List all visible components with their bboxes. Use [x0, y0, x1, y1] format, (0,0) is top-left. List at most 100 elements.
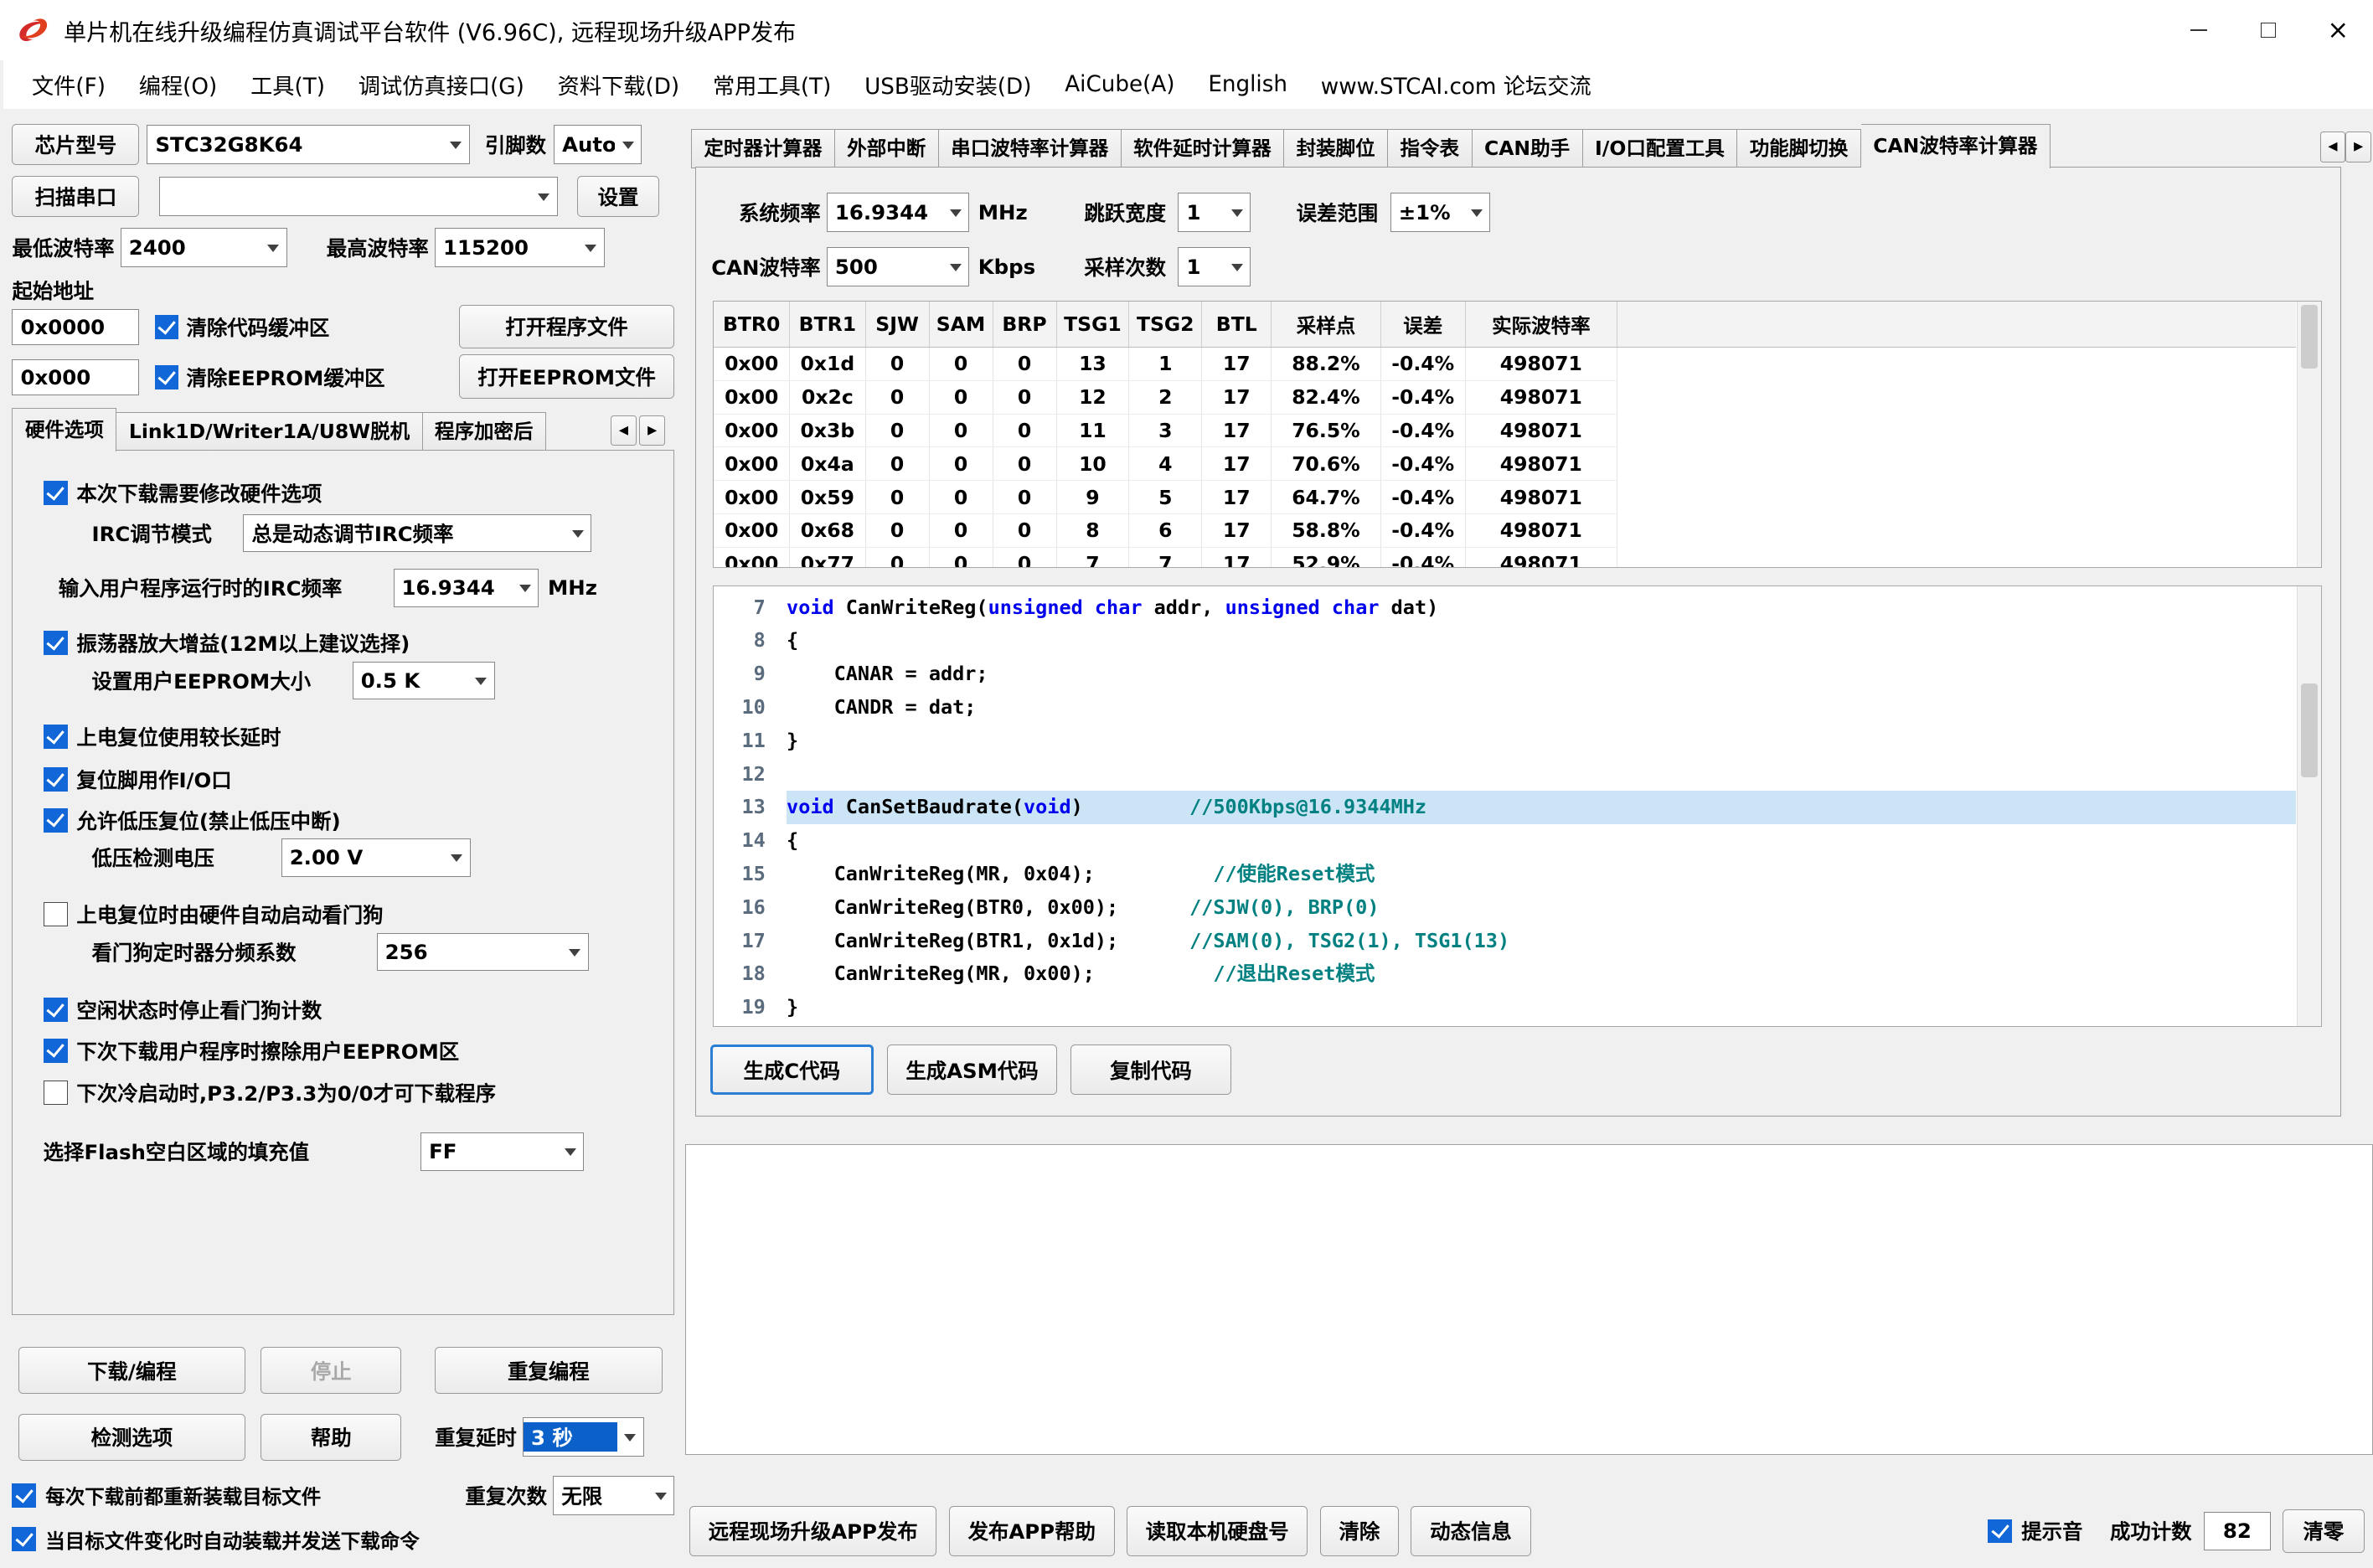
maximize-button[interactable]	[2233, 0, 2303, 60]
repeat-program-button[interactable]: 重复编程	[435, 1347, 663, 1395]
column-header[interactable]: TSG2	[1128, 302, 1203, 348]
code-line[interactable]: 16 CanWriteReg(BTR0, 0x00); //SJW(0), BR…	[714, 891, 2295, 925]
column-header[interactable]: BTL	[1201, 302, 1272, 348]
osc-gain-checkbox[interactable]	[43, 630, 68, 655]
tab[interactable]: Link1D/Writer1A/U8W脱机	[116, 412, 423, 452]
tab-scroll-right-button[interactable]: ▶	[2345, 132, 2372, 162]
wdt-div-select[interactable]: 256	[376, 932, 589, 971]
chip-model-select[interactable]: STC32G8K64	[147, 125, 470, 165]
pin-count-select[interactable]: Auto	[554, 125, 642, 165]
tab[interactable]: 定时器计算器	[690, 128, 835, 168]
help-button[interactable]: 帮助	[261, 1413, 402, 1461]
column-header[interactable]: 采样点	[1271, 302, 1381, 348]
copy-code-button[interactable]: 复制代码	[1070, 1044, 1231, 1096]
download-program-button[interactable]: 下载/编程	[18, 1347, 246, 1395]
clear-code-checkbox[interactable]	[154, 315, 179, 340]
table-row[interactable]: 0x00 0x3b 0 0 0 11 3 17 76.5% -0.4% 498071	[714, 414, 2296, 448]
erase-eeprom-checkbox[interactable]	[43, 1038, 68, 1063]
code-line[interactable]: 12	[714, 758, 2295, 792]
table-row[interactable]: 0x00 0x77 0 0 0 7 7 17 52.9% -0.4% 498071	[714, 547, 2296, 567]
error-range-select[interactable]: ±1%	[1390, 192, 1491, 232]
code-line[interactable]: 15 CanWriteReg(MR, 0x04); //使能Reset模式	[714, 858, 2295, 891]
table-row[interactable]: 0x00 0x59 0 0 0 9 5 17 64.7% -0.4% 498071	[714, 480, 2296, 514]
code-line[interactable]: 18 CanWriteReg(MR, 0x00); //退出Reset模式	[714, 957, 2295, 991]
tab[interactable]: 功能脚切换	[1737, 128, 1861, 168]
cold-boot-checkbox[interactable]	[43, 1081, 68, 1106]
menu-item[interactable]: 常用工具(T)	[696, 69, 848, 101]
eeprom-start-address-input[interactable]: 0x000	[12, 358, 140, 396]
menu-item[interactable]: AiCube(A)	[1048, 72, 1191, 97]
menu-item[interactable]: 工具(T)	[234, 69, 342, 101]
column-header[interactable]: SJW	[865, 302, 930, 348]
bottom-button[interactable]: 清除	[1319, 1506, 1399, 1556]
column-header[interactable]: 实际波特率	[1465, 302, 1617, 348]
menu-item[interactable]: 编程(O)	[122, 69, 234, 101]
can-baud-select[interactable]: 500	[826, 246, 969, 286]
serial-port-select[interactable]	[158, 176, 558, 216]
column-header[interactable]: BTR1	[789, 302, 866, 348]
open-program-file-button[interactable]: 打开程序文件	[459, 304, 674, 349]
column-header[interactable]: TSG1	[1056, 302, 1130, 348]
beep-checkbox[interactable]	[1988, 1519, 2013, 1544]
code-line[interactable]: 8{	[714, 624, 2295, 658]
fill-value-select[interactable]: FF	[420, 1132, 585, 1171]
column-header[interactable]: BRP	[993, 302, 1057, 348]
code-line[interactable]: 7 void CanWriteReg(unsigned char addr, un…	[714, 591, 2295, 625]
long-por-checkbox[interactable]	[43, 725, 68, 750]
tab[interactable]: 程序加密后	[422, 412, 547, 452]
open-eeprom-file-button[interactable]: 打开EEPROM文件	[459, 354, 674, 399]
eeprom-size-select[interactable]: 0.5 K	[352, 661, 495, 699]
irc-freq-select[interactable]: 16.9344	[393, 569, 539, 607]
menu-item[interactable]: www.STCAI.com 论坛交流	[1304, 69, 1608, 101]
tab[interactable]: 硬件选项	[12, 407, 117, 452]
tab-scroll-left-button[interactable]: ◀	[2319, 132, 2346, 162]
code-line[interactable]: 11}	[714, 725, 2295, 758]
table-row[interactable]: 0x00 0x4a 0 0 0 10 4 17 70.6% -0.4% 498071	[714, 446, 2296, 482]
repeat-delay-select[interactable]: 3 秒	[523, 1417, 644, 1457]
irc-mode-select[interactable]: 总是动态调节IRC频率	[243, 514, 592, 553]
generated-code-view[interactable]: 7 void CanWriteReg(unsigned char addr, un…	[713, 585, 2323, 1027]
tab[interactable]: CAN助手	[1472, 128, 1583, 168]
jump-width-select[interactable]: 1	[1178, 192, 1251, 232]
scan-port-button[interactable]: 扫描串口	[12, 175, 140, 217]
generate-c-code-button[interactable]: 生成C代码	[709, 1044, 874, 1096]
tab[interactable]: 外部中断	[834, 128, 939, 168]
close-button[interactable]: ×	[2303, 0, 2373, 60]
lvd-select[interactable]: 2.00 V	[281, 838, 471, 877]
sample-count-select[interactable]: 1	[1178, 246, 1251, 286]
reset-io-checkbox[interactable]	[43, 766, 68, 792]
tab-scroll-left-button[interactable]: ◀	[611, 415, 637, 446]
clear-eeprom-checkbox[interactable]	[154, 364, 179, 389]
chip-model-button[interactable]: 芯片型号	[12, 124, 140, 166]
modify-hw-checkbox[interactable]	[43, 480, 68, 505]
success-count-input[interactable]: 82	[2204, 1512, 2271, 1550]
code-scrollbar[interactable]	[2297, 586, 2322, 1026]
code-line[interactable]: 19}	[714, 991, 2295, 1024]
code-start-address-input[interactable]: 0x0000	[12, 309, 140, 346]
menu-item[interactable]: 资料下载(D)	[541, 69, 696, 101]
column-header[interactable]: SAM	[929, 302, 993, 348]
code-line[interactable]: 17 CanWriteReg(BTR1, 0x1d); //SAM(0), TS…	[714, 925, 2295, 958]
tab[interactable]: 软件延时计算器	[1121, 128, 1285, 168]
menu-item[interactable]: USB驱动安装(D)	[848, 69, 1048, 101]
tab[interactable]: 封装脚位	[1284, 128, 1389, 168]
idle-wdt-checkbox[interactable]	[43, 997, 68, 1022]
table-row[interactable]: 0x00 0x1d 0 0 0 13 1 17 88.2% -0.4% 498071	[714, 347, 2296, 381]
repeat-times-select[interactable]: 无限	[553, 1475, 674, 1515]
scrollbar-thumb[interactable]	[2301, 304, 2318, 369]
column-header[interactable]: BTR0	[714, 302, 791, 348]
stop-button[interactable]: 停止	[261, 1347, 402, 1395]
menu-item[interactable]: English	[1191, 72, 1303, 97]
min-baud-select[interactable]: 2400	[120, 228, 287, 268]
table-scrollbar[interactable]	[2297, 302, 2322, 567]
autoload-checkbox[interactable]	[12, 1527, 37, 1552]
tab-scroll-right-button[interactable]: ▶	[639, 415, 666, 446]
generate-asm-code-button[interactable]: 生成ASM代码	[887, 1044, 1057, 1096]
lvr-checkbox[interactable]	[43, 807, 68, 833]
bottom-button[interactable]: 发布APP帮助	[948, 1506, 1115, 1556]
message-output-area[interactable]	[684, 1143, 2373, 1455]
code-line[interactable]: 14 {	[714, 824, 2295, 858]
menu-item[interactable]: 文件(F)	[15, 69, 122, 101]
bottom-button[interactable]: 动态信息	[1411, 1506, 1531, 1556]
scrollbar-thumb[interactable]	[2301, 683, 2318, 778]
